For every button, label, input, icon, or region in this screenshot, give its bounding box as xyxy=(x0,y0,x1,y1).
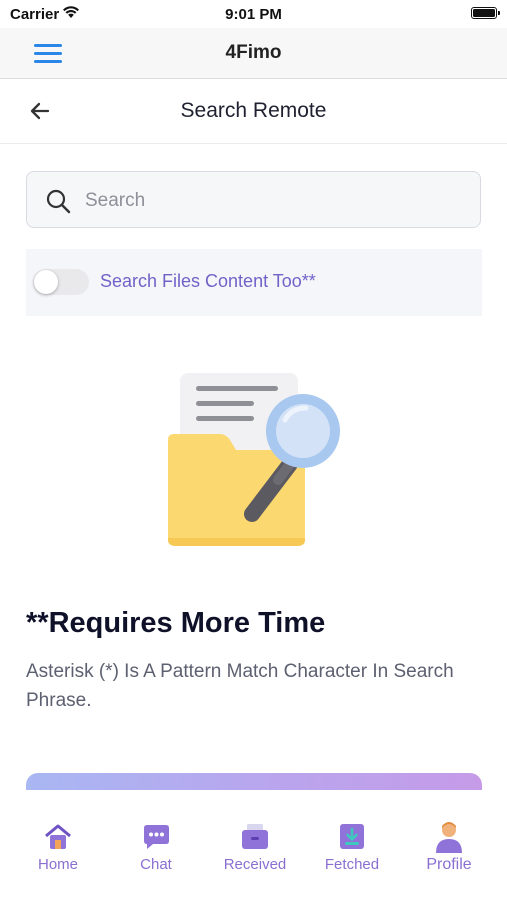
bottom-tab-bar: Home Chat Received Fetched Profile xyxy=(0,790,507,900)
fetched-icon xyxy=(340,824,364,849)
tab-chat[interactable]: Chat xyxy=(111,820,201,873)
tab-profile[interactable]: Profile xyxy=(404,820,494,874)
battery-icon xyxy=(471,7,500,19)
page-header: Search Remote xyxy=(0,79,507,144)
tab-home[interactable]: Home xyxy=(13,820,103,873)
page-title: Search Remote xyxy=(180,99,327,122)
profile-icon xyxy=(436,822,462,853)
info-description: Asterisk (*) Is A Pattern Match Characte… xyxy=(26,661,454,711)
tab-fetched[interactable]: Fetched xyxy=(307,820,397,873)
search-content-option: Search Files Content Too** xyxy=(26,249,482,316)
tab-chat-label: Chat xyxy=(140,856,172,873)
search-box[interactable] xyxy=(26,171,481,228)
home-icon xyxy=(45,824,71,849)
app-title: 4Fimo xyxy=(225,42,282,63)
tab-received-label: Received xyxy=(223,856,287,873)
search-input[interactable] xyxy=(83,180,467,222)
tab-fetched-label: Fetched xyxy=(324,856,380,873)
search-icon xyxy=(46,189,71,214)
search-content-label: Search Files Content Too** xyxy=(100,271,316,291)
folder-search-illustration xyxy=(168,373,340,546)
status-bar: Carrier 9:01 PM xyxy=(0,0,507,28)
tab-received[interactable]: Received xyxy=(210,820,300,873)
tab-home-label: Home xyxy=(37,856,78,873)
status-time: 9:01 PM xyxy=(225,6,282,23)
toggle-knob xyxy=(34,270,58,294)
chat-icon xyxy=(144,825,169,849)
info-heading: **Requires More Time xyxy=(26,607,326,639)
search-content-toggle[interactable] xyxy=(33,269,89,295)
received-icon xyxy=(242,824,268,849)
app-header: 4Fimo xyxy=(0,28,507,79)
tab-profile-label: Profile xyxy=(426,856,472,873)
